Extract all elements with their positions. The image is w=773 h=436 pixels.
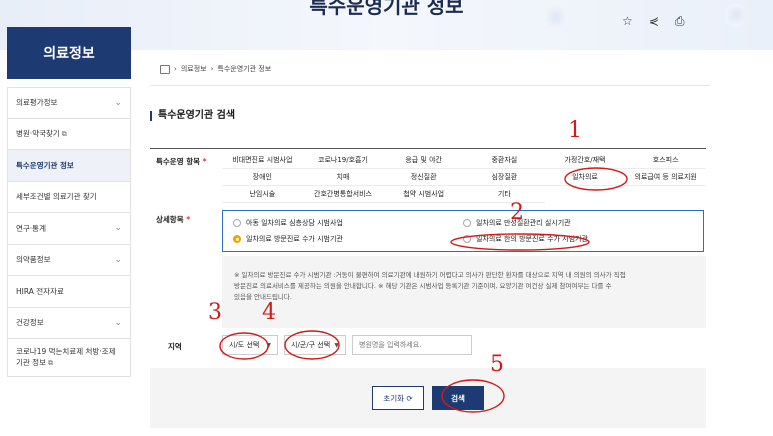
button-row: 초기화 ⟳ 검색: [150, 368, 706, 428]
chevron-down-icon: ⌄: [114, 223, 122, 234]
sidebar-item-label: 의료평가정보: [16, 98, 58, 108]
sidebar-item-label: 병원·약국찾기: [16, 129, 60, 139]
sidebar-item-label: 건강정보: [16, 318, 44, 328]
sido-select[interactable]: 시/도 선택 ▼: [222, 335, 278, 355]
detail-radio-home-visit[interactable]: 일차의료 방문진료 수가 시범기관: [233, 231, 463, 247]
annotation-number: 2: [510, 200, 524, 225]
chevron-down-icon: ⌄: [114, 97, 122, 108]
caret-down-icon: ▼: [266, 341, 271, 349]
sidebar-item-detailed-search[interactable]: 세부조건별 의료기관 찾기: [7, 181, 131, 213]
type-option[interactable]: 치매: [302, 169, 384, 186]
radio-selected-icon: [233, 235, 241, 243]
sidebar-item-research-stats[interactable]: 연구·통계 ⌄: [7, 213, 131, 245]
sidebar-item-label: HIRA 전자자료: [16, 286, 64, 296]
info-note: ※ 일차의료 방문진료 수가 시범기관 :거동이 불편하여 의료기관에 내원하기…: [222, 256, 706, 328]
chevron-down-icon: ⌄: [114, 317, 122, 328]
type-option[interactable]: 기타: [463, 186, 545, 203]
type-label: 특수운영 항목 *: [156, 157, 207, 166]
share-icon[interactable]: ⋞: [649, 14, 659, 29]
type-option[interactable]: 가정간호/재택: [544, 152, 626, 169]
breadcrumb: › 의료정보 › 특수운영기관 정보: [160, 64, 271, 74]
type-option-primary-care[interactable]: 일차의료: [544, 169, 626, 186]
sidebar-item-special-institution[interactable]: 특수운영기관 정보: [7, 150, 131, 182]
reset-button[interactable]: 초기화 ⟳: [372, 386, 424, 410]
sidebar-item-drug-info[interactable]: 의약품정보 ⌄: [7, 244, 131, 276]
home-icon[interactable]: [160, 64, 170, 74]
section-title: 특수운영기관 검색: [150, 111, 235, 121]
detail-radio-child-counseling[interactable]: 아동 일차의료 심층상담 시범사업: [233, 215, 463, 231]
search-form: 특수운영 항목 * 비대면진료 시범사업 코로나19/호흡기 응급 및 야간 중…: [150, 148, 706, 428]
detail-options-box: 아동 일차의료 심층상담 시범사업 일차의료 만성질환관리 실시기관 일차의료 …: [222, 210, 704, 252]
annotation-number: 4: [262, 300, 276, 325]
annotation-number: 5: [490, 352, 504, 377]
sidebar-item-health-info[interactable]: 건강정보 ⌄: [7, 307, 131, 339]
sidebar-item-label: 특수운영기관 정보: [16, 160, 74, 170]
type-option[interactable]: 응급 및 야간: [383, 152, 464, 169]
detail-label: 상세항목 *: [156, 215, 191, 224]
type-option[interactable]: 호스피스: [625, 152, 706, 169]
star-icon[interactable]: ☆: [622, 14, 633, 29]
sidebar-item-label: 의약품정보: [16, 255, 51, 265]
type-option[interactable]: 간호간병통합서비스: [302, 186, 384, 203]
sidebar-item-covid-treatment[interactable]: 코로나19 먹는치료제 처방·조제기관 정보 ⧉: [7, 339, 131, 377]
type-option[interactable]: 첩약 시범사업: [383, 186, 464, 203]
radio-icon: [463, 219, 471, 227]
hospital-name-input[interactable]: [352, 335, 472, 355]
sidebar-item-medical-evaluation[interactable]: 의료평가정보 ⌄: [7, 87, 131, 119]
type-option[interactable]: 심장질환: [463, 169, 545, 186]
toolbar-icons: ☆ ⋞ ⎙: [622, 14, 684, 29]
external-link-icon: ⧉: [47, 359, 53, 368]
sidebar-item-hospital-search[interactable]: 병원·약국찾기 ⧉: [7, 118, 131, 150]
chevron-down-icon: ⌄: [114, 254, 122, 265]
sidebar-item-label: 연구·통계: [16, 223, 46, 233]
sidebar-item-label: 세부조건별 의료기관 찾기: [16, 192, 97, 202]
type-option[interactable]: 코로나19/호흡기: [302, 152, 384, 169]
divider: [150, 148, 706, 149]
sidebar-item-hira-data[interactable]: HIRA 전자자료: [7, 276, 131, 308]
region-label: 지역: [168, 342, 182, 351]
radio-icon: [233, 219, 241, 227]
region-controls: 시/도 선택 ▼ 시/군/구 선택 ▼: [222, 335, 472, 355]
annotation-number: 1: [568, 118, 582, 143]
sidebar-menu: 의료평가정보 ⌄ 병원·약국찾기 ⧉ 특수운영기관 정보 세부조건별 의료기관 찾…: [7, 87, 131, 377]
sidebar-item-label: 코로나19 먹는치료제 처방·조제기관 정보: [16, 347, 116, 368]
type-grid: 비대면진료 시범사업 코로나19/호흡기 응급 및 야간 중환자실 가정간호/재…: [222, 152, 706, 203]
type-option[interactable]: 중환자실: [463, 152, 545, 169]
sigungu-select[interactable]: 시/군/구 선택 ▼: [284, 335, 346, 355]
annotation-number: 3: [208, 300, 222, 325]
search-button[interactable]: 검색: [432, 386, 484, 410]
sidebar-title: 의료정보: [7, 27, 131, 79]
breadcrumb-item[interactable]: 의료정보: [181, 64, 207, 74]
radio-icon: [463, 235, 471, 243]
external-link-icon: ⧉: [61, 130, 67, 139]
divider: [150, 85, 710, 86]
caret-down-icon: ▼: [334, 341, 339, 349]
type-option[interactable]: 정신질환: [383, 169, 464, 186]
page: { "banner": {"title": "특수운영기관 정보"}, "top…: [0, 0, 773, 436]
print-icon[interactable]: ⎙: [675, 14, 685, 29]
type-option[interactable]: 난임시술: [222, 186, 303, 203]
refresh-icon: ⟳: [406, 393, 413, 403]
detail-radio-chronic-care[interactable]: 일차의료 만성질환관리 실시기관: [463, 215, 693, 231]
type-option[interactable]: 의료급여 등 의료지원: [625, 169, 706, 186]
type-option[interactable]: 비대면진료 시범사업: [222, 152, 303, 169]
breadcrumb-item-current: 특수운영기관 정보: [217, 65, 272, 73]
detail-radio-korean-medicine-visit[interactable]: 일차의료 한의 방문진료 수가 시범기관: [463, 231, 693, 247]
type-option[interactable]: 장애인: [222, 169, 303, 186]
